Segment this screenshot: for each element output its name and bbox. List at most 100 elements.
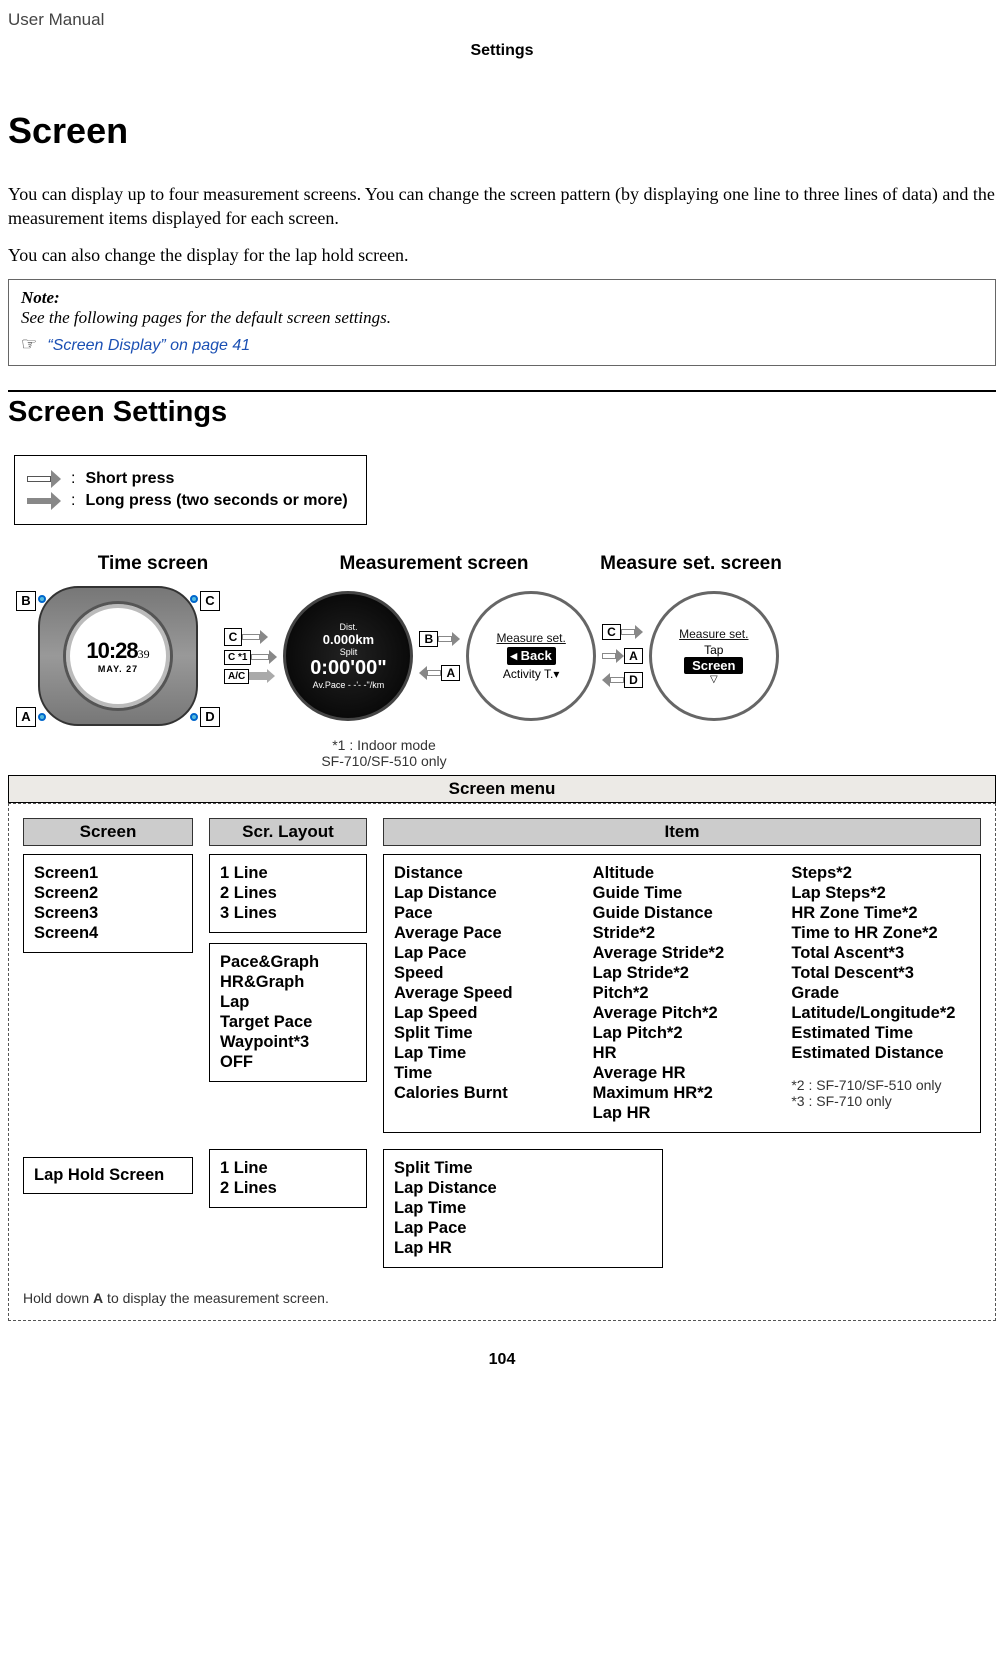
item-maxhr: Maximum HR*2 [593,1084,772,1103]
long-press-ac-arrow: A/C [224,669,277,684]
item-calories: Calories Burnt [394,1084,573,1103]
item-lappitch: Lap Pitch*2 [593,1024,772,1043]
lh-laptime: Lap Time [394,1199,652,1218]
button-b-label: B [16,591,36,611]
legend-colon: : [71,492,75,510]
item-lapstride: Lap Stride*2 [593,964,772,983]
press-d-nav: D [602,672,643,688]
press-c-indoor-arrow: C *1 [224,650,277,665]
layout-pacegraph: Pace&Graph [220,953,356,972]
layout-2lines: 2 Lines [220,884,356,903]
set2-tap: Tap [704,643,723,657]
item-altitude: Altitude [593,864,772,883]
watch-seconds: 39 [138,647,150,661]
col-head-item: Item [383,818,981,846]
measurement-screen-label: Measurement screen [334,553,534,575]
cross-reference-link[interactable]: “Screen Display” on page 41 [47,337,250,354]
meas-pace-label: Av.Pace [313,680,346,690]
layout-3lines: 3 Lines [220,904,356,923]
pointer-icon: ☞ [21,334,37,355]
item-lappace: Lap Pace [394,944,573,963]
layout-graph-box: Pace&Graph HR&Graph Lap Target Pace Wayp… [209,943,367,1082]
set2-title: Measure set. [679,627,748,641]
item-splittime: Split Time [394,1024,573,1043]
screen3: Screen3 [34,904,182,923]
short-press-arrow-icon [25,470,61,488]
item-estdist: Estimated Distance [791,1044,970,1063]
item-pitch: Pitch*2 [593,984,772,1003]
watch-time: 10:28 [86,638,137,663]
watch-device: 10:2839 MAY. 27 B C A D [18,581,218,731]
star3-note: *3 : SF-710 only [791,1093,970,1109]
item-totaldescent: Total Descent*3 [791,964,970,983]
navigation-flow: 10:2839 MAY. 27 B C A D C C *1 A/C Dist.… [8,581,996,731]
lh-lapdist: Lap Distance [394,1179,652,1198]
meas-split-value: 0:00'00" [310,657,387,680]
indoor-mode-footnote: *1 : Indoor mode SF-710/SF-510 only [254,737,514,769]
item-steps: Steps*2 [791,864,970,883]
set2-screen: Screen [684,657,743,674]
item-guidedist: Guide Distance [593,904,772,923]
item-avgstride: Average Stride*2 [593,944,772,963]
intro-para-1: You can display up to four measurement s… [8,182,996,231]
watch-date: MAY. 27 [98,664,138,674]
short-press-label: Short press [85,470,174,488]
lap-hold-label: Lap Hold Screen [34,1166,164,1184]
layout-waypoint: Waypoint*3 [220,1033,356,1052]
measurement-screen-preview: Dist. 0.000km Split 0:00'00" Av.Pace - -… [283,591,413,721]
item-avgspeed: Average Speed [394,984,573,1003]
intro-para-2: You can also change the display for the … [8,243,996,267]
press-b-arrow: B [419,631,460,647]
press-c-arrow: C [224,628,277,646]
item-esttime: Estimated Time [791,1024,970,1043]
set1-activity: Activity T.▾ [503,667,559,681]
long-press-label: Long press (two seconds or more) [85,492,347,510]
item-totalascent: Total Ascent*3 [791,944,970,963]
screen-menu-box: Screen Screen1 Screen2 Screen3 Screen4 S… [8,803,996,1321]
page-number: 104 [8,1351,996,1369]
press-a-arrow: A [419,665,460,681]
layout-lap: Lap [220,993,356,1012]
note-body: See the following pages for the default … [21,308,983,328]
press-legend: : Short press : Long press (two seconds … [14,455,367,525]
time-to-meas-arrows: C C *1 A/C [224,628,277,684]
meas-dist-value: 0.000km [323,632,374,647]
lap-hold-box: Lap Hold Screen [23,1157,193,1194]
screen1: Screen1 [34,864,182,883]
long-press-arrow-icon [25,492,61,510]
press-c-nav: C [602,624,643,640]
section-rule: Screen Settings [8,390,996,429]
item-lapspeed: Lap Speed [394,1004,573,1023]
laphold-2lines: 2 Lines [220,1179,356,1198]
item-time: Time [394,1064,573,1083]
item-hr: HR [593,1044,772,1063]
item-avghr: Average HR [593,1064,772,1083]
laphold-layout-box: 1 Line 2 Lines [209,1149,367,1208]
layout-hrgraph: HR&Graph [220,973,356,992]
item-laptime: Lap Time [394,1044,573,1063]
item-avgpitch: Average Pitch*2 [593,1004,772,1023]
lh-laphr: Lap HR [394,1239,652,1258]
screen2: Screen2 [34,884,182,903]
meas-to-set-arrows: B A [419,631,460,681]
item-speed: Speed [394,964,573,983]
item-avgpace: Average Pace [394,924,573,943]
set-nav-arrows: C A D [602,624,643,688]
set1-title: Measure set. [496,631,565,645]
item-pace: Pace [394,904,573,923]
item-stride: Stride*2 [593,924,772,943]
lh-lappace: Lap Pace [394,1219,652,1238]
screen4: Screen4 [34,924,182,943]
button-d-label: D [200,707,220,727]
star2-note: *2 : SF-710/SF-510 only [791,1077,970,1093]
header-section: Settings [8,42,996,60]
layout-lines-box: 1 Line 2 Lines 3 Lines [209,854,367,933]
note-label: Note: [21,288,60,307]
item-latlon: Latitude/Longitude*2 [791,1004,970,1023]
button-c-label: C [200,591,220,611]
set1-back: ◂ Back [507,647,556,665]
col-head-screen: Screen [23,818,193,846]
page-title: Screen [8,110,996,152]
legend-colon: : [71,470,75,488]
press-a-nav: A [602,648,643,664]
